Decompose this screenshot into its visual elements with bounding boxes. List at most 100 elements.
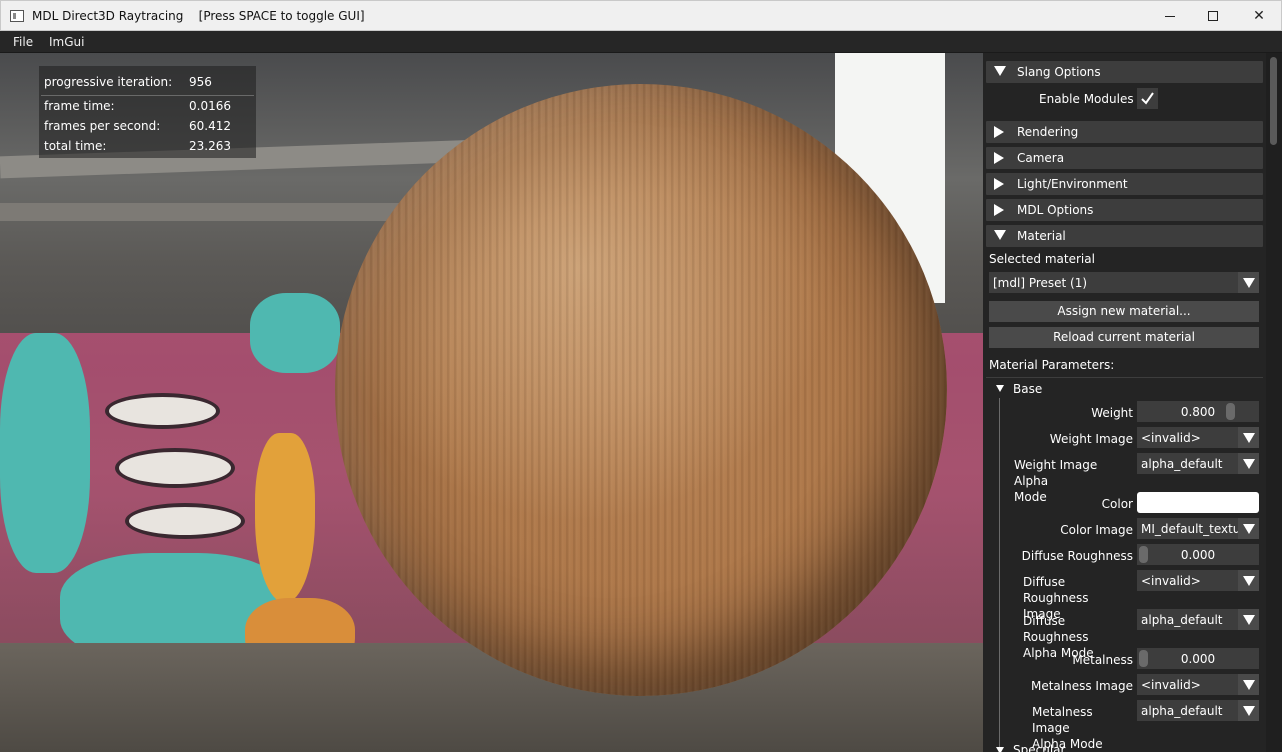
- header-light-environment[interactable]: Light/Environment: [986, 173, 1263, 195]
- menu-imgui[interactable]: ImGui: [49, 35, 84, 49]
- param-label: Metalness Image: [1030, 679, 1133, 693]
- stat-label: total time:: [44, 139, 107, 153]
- diffuse-roughness-slider[interactable]: 0.000: [1137, 544, 1259, 565]
- color-swatch[interactable]: [1137, 492, 1259, 513]
- combo-value: [mdl] Preset (1): [993, 276, 1088, 290]
- chevron-down-icon: [994, 66, 1006, 76]
- header-material[interactable]: Material: [986, 225, 1263, 247]
- wood-grain: [335, 84, 947, 696]
- floor: [0, 643, 983, 752]
- chevron-right-icon: [994, 152, 1004, 164]
- minimize-button[interactable]: [1147, 1, 1193, 31]
- graffiti-eye: [125, 503, 245, 539]
- param-label: Weight: [1091, 406, 1133, 420]
- material-parameters-label: Material Parameters:: [989, 358, 1115, 372]
- color-image-combo[interactable]: MI_default_textu: [1137, 518, 1259, 539]
- header-label: Slang Options: [1017, 65, 1101, 79]
- chevron-right-icon: [994, 126, 1004, 138]
- chevron-right-icon: [994, 178, 1004, 190]
- stats-overlay: progressive iteration: 956 frame time: 0…: [39, 66, 256, 158]
- header-mdl-options[interactable]: MDL Options: [986, 199, 1263, 221]
- scrollbar-thumb[interactable]: [1270, 57, 1277, 145]
- combo-value: alpha_default: [1141, 613, 1223, 627]
- enable-modules-label: Enable Modules: [1039, 92, 1134, 106]
- title-bar: MDL Direct3D Raytracing [Press SPACE to …: [0, 0, 1282, 31]
- header-label: Material: [1017, 229, 1066, 243]
- chevron-right-icon: [994, 204, 1004, 216]
- combo-value: <invalid>: [1141, 431, 1201, 445]
- stat-value: 23.263: [189, 139, 231, 153]
- param-label: Metalness: [1072, 653, 1133, 667]
- param-label: Diffuse Roughness: [1021, 549, 1133, 563]
- metalness-image-combo[interactable]: <invalid>: [1137, 674, 1259, 695]
- app-icon: [10, 10, 24, 22]
- weight-image-alpha-mode-combo[interactable]: alpha_default: [1137, 453, 1259, 474]
- chevron-down-icon: [1238, 453, 1259, 474]
- panel-scrollbar[interactable]: [1266, 53, 1282, 752]
- header-label: Rendering: [1017, 125, 1079, 139]
- weight-slider[interactable]: 0.800: [1137, 401, 1259, 422]
- tree-node-specular[interactable]: Specular: [1013, 743, 1065, 752]
- stat-label: frames per second:: [44, 119, 161, 133]
- reload-material-button[interactable]: Reload current material: [989, 327, 1259, 348]
- chevron-down-icon: [1238, 427, 1259, 448]
- diffuse-roughness-image-combo[interactable]: <invalid>: [1137, 570, 1259, 591]
- chevron-down-icon[interactable]: [996, 385, 1004, 392]
- window-title: MDL Direct3D Raytracing [Press SPACE to …: [32, 9, 365, 23]
- stat-label: frame time:: [44, 99, 115, 113]
- param-label-line: Diffuse Roughness: [1023, 614, 1089, 644]
- graffiti-cyan-shape: [250, 293, 340, 373]
- chevron-down-icon: [1238, 518, 1259, 539]
- selected-material-label: Selected material: [989, 252, 1095, 266]
- slider-value: 0.000: [1180, 548, 1216, 562]
- settings-panel: Slang Options Enable Modules Rendering C…: [983, 53, 1282, 752]
- stat-value: 0.0166: [189, 99, 231, 113]
- header-label: Camera: [1017, 151, 1065, 165]
- param-label-line: Metalness Image: [1032, 705, 1093, 735]
- param-label: Color: [1101, 497, 1133, 511]
- chevron-down-icon: [1238, 609, 1259, 630]
- header-slang-options[interactable]: Slang Options: [986, 61, 1263, 83]
- header-label: Light/Environment: [1017, 177, 1128, 191]
- maximize-button[interactable]: [1190, 1, 1236, 31]
- enable-modules-checkbox[interactable]: [1137, 88, 1158, 109]
- assign-material-button[interactable]: Assign new material...: [989, 301, 1259, 322]
- graffiti-eye: [115, 448, 235, 488]
- checkmark-icon: [1141, 92, 1154, 105]
- param-label: Weight Image: [1049, 432, 1133, 446]
- slider-value: 0.000: [1180, 652, 1216, 666]
- weight-image-combo[interactable]: <invalid>: [1137, 427, 1259, 448]
- divider: [986, 377, 1263, 378]
- chevron-down-icon: [1238, 674, 1259, 695]
- graffiti-nose: [255, 433, 315, 603]
- stat-label: progressive iteration:: [44, 75, 173, 89]
- stats-separator: [41, 95, 254, 96]
- header-rendering[interactable]: Rendering: [986, 121, 1263, 143]
- ceiling-beam: [0, 203, 420, 221]
- tree-guide-line: [999, 398, 1000, 752]
- diffuse-roughness-alpha-mode-combo[interactable]: alpha_default: [1137, 609, 1259, 630]
- combo-value: <invalid>: [1141, 574, 1201, 588]
- param-label: Color Image: [1060, 523, 1133, 537]
- header-label: MDL Options: [1017, 203, 1094, 217]
- chevron-down-icon: [1238, 272, 1259, 293]
- close-icon: ✕: [1253, 8, 1265, 24]
- param-label-line: Diffuse Roughness: [1023, 575, 1089, 605]
- chevron-down-icon: [1238, 570, 1259, 591]
- slider-value: 0.800: [1180, 405, 1216, 419]
- menu-bar: File ImGui: [0, 31, 1282, 53]
- graffiti-eye: [105, 393, 220, 429]
- header-camera[interactable]: Camera: [986, 147, 1263, 169]
- menu-file[interactable]: File: [13, 35, 33, 49]
- chevron-down-icon: [994, 230, 1006, 240]
- chevron-down-icon[interactable]: [996, 747, 1004, 752]
- selected-material-combo[interactable]: [mdl] Preset (1): [989, 272, 1259, 293]
- combo-value: MI_default_textu: [1141, 522, 1238, 536]
- close-button[interactable]: ✕: [1236, 1, 1282, 31]
- combo-value: alpha_default: [1141, 704, 1223, 718]
- graffiti-cyan-shape: [0, 333, 90, 573]
- metalness-slider[interactable]: 0.000: [1137, 648, 1259, 669]
- param-label-line: Weight Image Alpha: [1014, 458, 1098, 488]
- tree-node-base[interactable]: Base: [1013, 382, 1042, 396]
- metalness-image-alpha-mode-combo[interactable]: alpha_default: [1137, 700, 1259, 721]
